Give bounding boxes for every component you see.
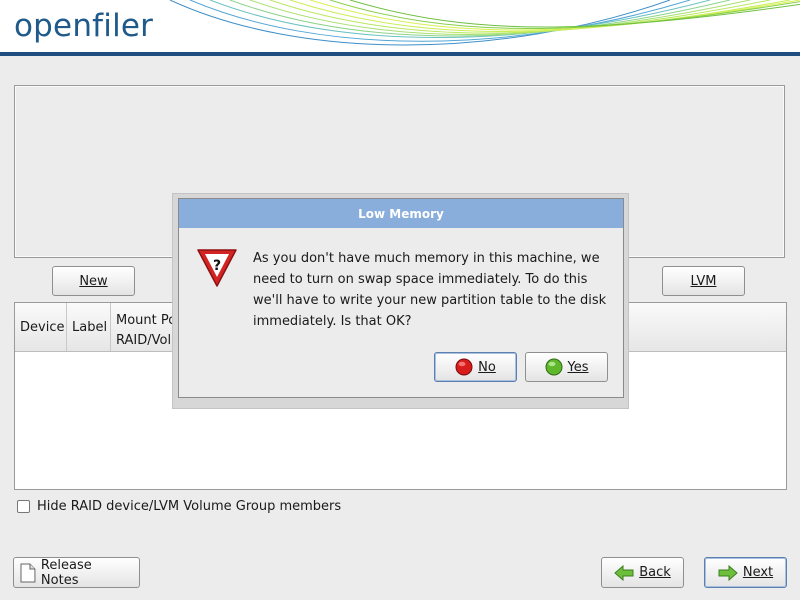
no-button[interactable]: No [434, 352, 517, 382]
red-stop-icon [455, 358, 473, 376]
lvm-button-label: LVM [690, 273, 717, 289]
column-header-label[interactable]: Label [67, 303, 111, 351]
hide-members-option[interactable]: Hide RAID device/LVM Volume Group member… [17, 499, 341, 514]
new-button-label: New [79, 273, 108, 289]
dialog-message: As you don't have much memory in this ma… [253, 251, 607, 329]
document-icon [20, 563, 36, 582]
installer-header: openfiler [0, 0, 800, 53]
header-swoosh-graphic [169, 0, 800, 46]
yes-label: Yes [567, 359, 589, 375]
low-memory-dialog: Low Memory ? As you don't have much memo… [178, 198, 624, 398]
hide-members-checkbox[interactable] [17, 500, 30, 513]
question-warning-icon: ? [197, 249, 237, 287]
back-label: Back [639, 565, 671, 580]
openfiler-logo: openfiler [14, 8, 154, 44]
back-button[interactable]: Back [601, 557, 684, 588]
new-button[interactable]: New [52, 266, 135, 296]
green-ok-icon [545, 358, 562, 376]
lvm-button[interactable]: LVM [662, 266, 745, 296]
header-divider-bar [0, 52, 800, 56]
next-label: Next [742, 565, 774, 580]
next-button[interactable]: Next [704, 557, 787, 588]
column-header-device[interactable]: Device [15, 303, 67, 351]
no-label: No [478, 359, 496, 375]
hide-members-label: Hide RAID device/LVM Volume Group member… [37, 499, 342, 514]
release-notes-button[interactable]: Release Notes [13, 557, 140, 588]
svg-text:?: ? [213, 258, 221, 274]
dialog-title: Low Memory [179, 199, 623, 228]
release-notes-label: Release Notes [40, 557, 92, 588]
yes-button[interactable]: Yes [525, 352, 608, 382]
arrow-right-icon [718, 564, 738, 581]
arrow-left-icon [614, 564, 634, 581]
